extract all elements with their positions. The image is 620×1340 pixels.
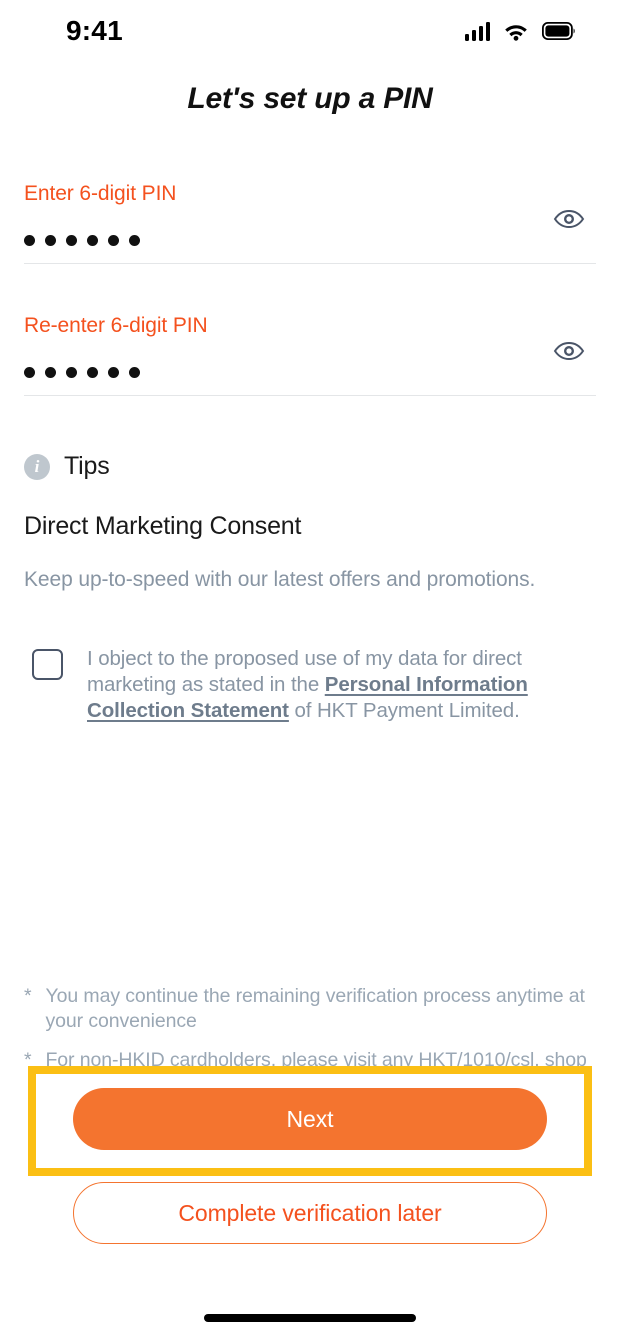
footnote-marker: * <box>24 1048 32 1071</box>
phone-screen: 9:41 Let's set up a PIN Enter 6-digit PI… <box>0 0 620 1340</box>
home-indicator <box>204 1314 416 1322</box>
consent-checkbox-row[interactable]: I object to the proposed use of my data … <box>32 646 592 725</box>
footnotes: * You may continue the remaining verific… <box>24 984 600 1086</box>
page-title: Let's set up a PIN <box>187 82 433 115</box>
complete-verification-later-button[interactable]: Complete verification later <box>73 1182 547 1244</box>
footnote-item: * For non-HKID cardholders, please visit… <box>24 1048 600 1073</box>
pin-field-enter-row[interactable] <box>24 209 596 264</box>
eye-icon[interactable] <box>552 202 596 236</box>
pin-field-enter-label: Enter 6-digit PIN <box>24 182 177 205</box>
battery-full-icon <box>542 22 575 40</box>
consent-checkbox-label: I object to the proposed use of my data … <box>87 646 592 725</box>
footnote-item: * You may continue the remaining verific… <box>24 984 600 1035</box>
eye-icon[interactable] <box>552 334 596 368</box>
footnote-text: You may continue the remaining verificat… <box>45 985 585 1033</box>
status-time: 9:41 <box>66 15 123 46</box>
pin-field-reenter: Re-enter 6-digit PIN <box>24 314 596 396</box>
consent-text-after: of HKT Payment Limited. <box>288 699 520 723</box>
tips-label: Tips <box>64 452 110 480</box>
footnote-text: For non-HKID cardholders, please visit a… <box>45 1048 587 1071</box>
tips-row: i Tips <box>24 452 110 481</box>
status-bar: 9:41 <box>0 0 620 62</box>
pin-field-reenter-label: Re-enter 6-digit PIN <box>24 314 208 337</box>
pin-field-enter: Enter 6-digit PIN <box>24 182 596 264</box>
consent-subtitle: Keep up-to-speed with our latest offers … <box>24 568 536 591</box>
next-button[interactable]: Next <box>73 1088 547 1150</box>
cellular-signal-icon <box>464 21 490 41</box>
status-icons <box>464 21 577 41</box>
consent-title: Direct Marketing Consent <box>24 512 302 540</box>
pin-field-enter-value[interactable] <box>24 220 596 256</box>
consent-checkbox[interactable] <box>32 649 63 680</box>
wifi-icon <box>505 24 527 41</box>
pin-field-reenter-value[interactable] <box>24 352 596 388</box>
pin-field-reenter-row[interactable] <box>24 341 596 396</box>
info-icon: i <box>24 453 50 480</box>
footnote-marker: * <box>24 985 32 1007</box>
